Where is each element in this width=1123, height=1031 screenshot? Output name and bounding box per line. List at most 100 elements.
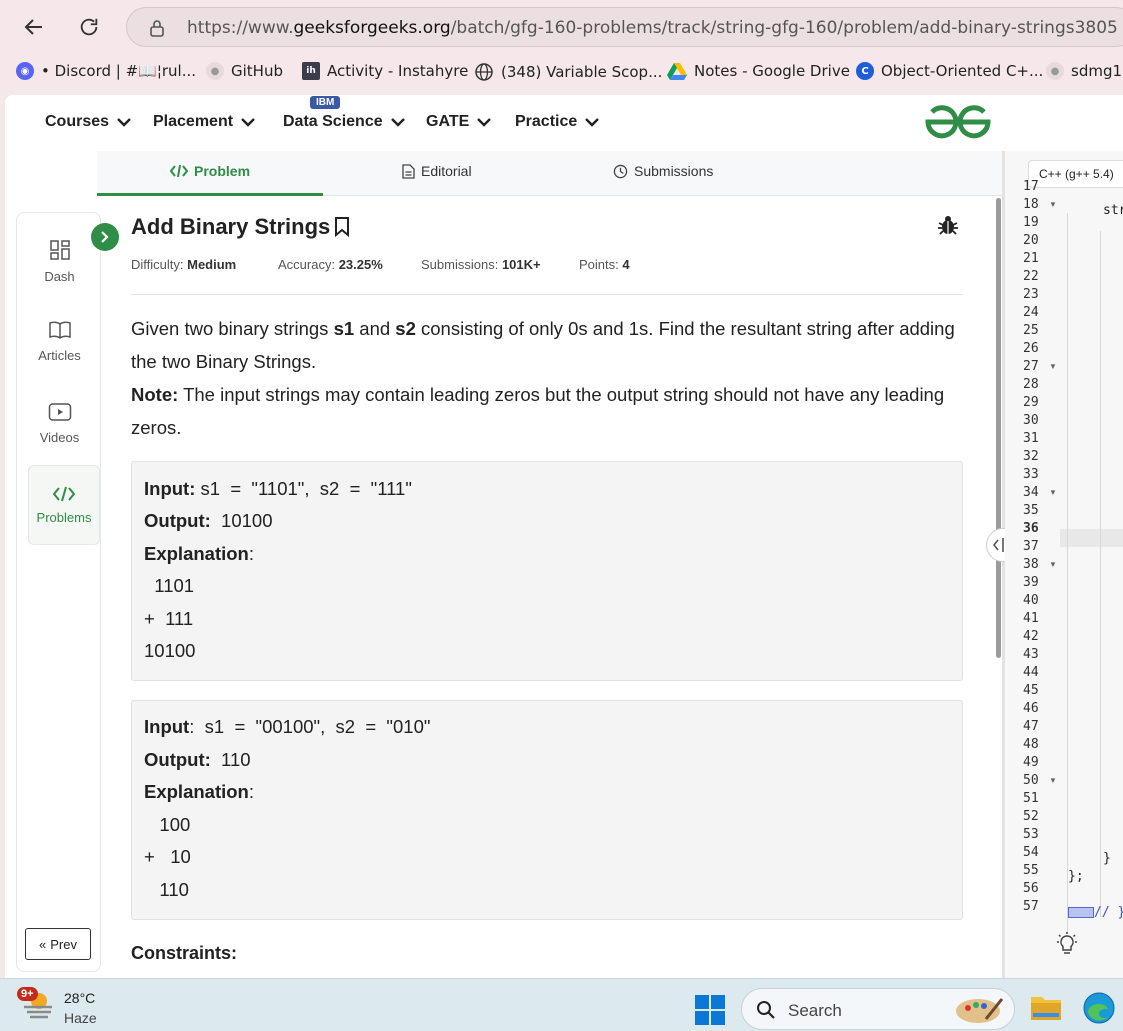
prev-button[interactable]: « Prev — [25, 928, 91, 960]
weather-condition: Haze — [64, 1010, 97, 1026]
difficulty-meta: Difficulty: Medium — [131, 257, 237, 272]
chevron-down-icon — [585, 118, 600, 127]
sidebar-item-articles[interactable]: Articles — [17, 301, 102, 381]
address-bar[interactable]: https://www.geeksforgeeks.org/batch/gfg-… — [126, 7, 1123, 47]
code-line-57[interactable]: // } — [1068, 905, 1123, 920]
ibm-badge: IBM — [310, 96, 341, 109]
bookmark-github[interactable]: ● GitHub — [206, 62, 283, 80]
line-number: 55 — [1023, 863, 1039, 878]
tab-problem[interactable]: Problem — [170, 163, 250, 179]
line-number: 41 — [1023, 611, 1039, 626]
bookmark-oop-cpp[interactable]: C Object-Oriented C+... — [856, 62, 1043, 80]
line-number: 30 — [1023, 413, 1039, 428]
back-button[interactable] — [17, 10, 51, 44]
problem-tabs: Problem Editorial Submissions — [97, 151, 1002, 196]
search-icon — [757, 1001, 775, 1019]
file-explorer-icon[interactable] — [1030, 993, 1062, 1021]
tab-editorial[interactable]: Editorial — [402, 163, 472, 179]
tab-submissions[interactable]: Submissions — [613, 163, 713, 179]
bug-report-icon[interactable] — [937, 214, 959, 236]
code-line-55[interactable]: }; — [1068, 869, 1084, 884]
nav-placement[interactable]: Placement — [153, 113, 255, 131]
line-number: 35 — [1023, 503, 1039, 518]
lightbulb-icon[interactable] — [1055, 932, 1079, 958]
bookmark-label: GitHub — [231, 62, 283, 80]
problem-scrollbar[interactable] — [996, 198, 1001, 658]
google-drive-icon — [667, 63, 687, 80]
bookmark-sdmg15[interactable]: ● sdmg15 — [1046, 62, 1123, 80]
sidebar-label: Problems — [36, 509, 92, 525]
line-number: 18 — [1023, 197, 1039, 212]
chevron-down-icon — [241, 118, 255, 127]
fold-toggle-icon[interactable]: ▼ — [1049, 776, 1057, 785]
nav-label: Data Science — [283, 113, 383, 130]
sidebar-item-problems[interactable]: Problems — [28, 465, 100, 545]
reload-button[interactable] — [72, 10, 106, 44]
sidebar-item-videos[interactable]: Videos — [17, 383, 102, 463]
problem-description: Given two binary strings s1 and s2 consi… — [131, 318, 955, 438]
fold-toggle-icon[interactable]: ▼ — [1049, 200, 1057, 209]
line-number: 24 — [1023, 305, 1039, 320]
bookmark-google-drive[interactable]: Notes - Google Drive — [667, 62, 850, 80]
fold-toggle-icon[interactable]: ▼ — [1049, 362, 1057, 371]
line-number: 27 — [1023, 359, 1039, 374]
nav-label: Courses — [45, 113, 110, 130]
globe-icon — [475, 63, 493, 81]
tab-label: Editorial — [421, 163, 472, 179]
windows-start-icon[interactable] — [695, 995, 725, 1025]
fold-toggle-icon[interactable]: ▼ — [1049, 560, 1057, 569]
line-number: 19 — [1023, 215, 1039, 230]
line-number: 34 — [1023, 485, 1039, 500]
line-number: 40 — [1023, 593, 1039, 608]
site-info-icon[interactable] — [149, 19, 165, 37]
expand-arrow-button[interactable] — [91, 223, 119, 251]
nav-gate[interactable]: GATE — [426, 113, 492, 131]
edge-browser-icon[interactable] — [1082, 991, 1116, 1025]
discord-icon: ◉ — [16, 62, 34, 80]
language-select[interactable]: C++ (g++ 5.4) — [1028, 160, 1123, 188]
line-number: 32 — [1023, 449, 1039, 464]
taskbar-search[interactable]: Search — [741, 988, 1015, 1030]
code-editor[interactable]: C++ (g++ 5.4) 17 18 ▼ 19 20 21 22 23 24 25 26 27 ▼ 28… — [1005, 151, 1123, 978]
video-play-icon — [48, 402, 71, 421]
bookmark-icon[interactable] — [334, 217, 350, 237]
left-sidebar: Dash Articles Videos Problems — [16, 212, 101, 972]
coursera-icon: C — [856, 62, 874, 80]
bookmark-discord[interactable]: ◉ • Discord | #📖¦rul... — [16, 62, 196, 80]
chevron-down-icon — [390, 118, 405, 127]
active-tab-indicator — [97, 193, 323, 196]
clock-icon — [613, 164, 628, 178]
gfg-logo-icon[interactable] — [923, 103, 993, 141]
dashboard-icon — [49, 239, 70, 260]
line-number: 21 — [1023, 251, 1039, 266]
bookmark-label: Object-Oriented C+... — [881, 62, 1044, 80]
accuracy-meta: Accuracy: 23.25% — [278, 257, 383, 272]
bookmark-variable-scope[interactable]: (348) Variable Scop... — [474, 62, 662, 82]
document-icon — [402, 163, 415, 179]
bookmark-label: (348) Variable Scop... — [501, 63, 663, 81]
fold-toggle-icon[interactable]: ▼ — [1049, 488, 1057, 497]
instahyre-icon: ih — [302, 62, 320, 80]
line-number: 28 — [1023, 377, 1039, 392]
line-number: 36 — [1023, 521, 1039, 536]
code-line-54[interactable]: } — [1103, 851, 1111, 866]
line-number: 20 — [1023, 233, 1039, 248]
line-number: 52 — [1023, 809, 1039, 824]
sidebar-item-dash[interactable]: Dash — [17, 221, 102, 301]
line-number: 57 — [1023, 899, 1039, 914]
code-icon — [53, 486, 75, 501]
github-icon: ● — [1046, 62, 1064, 80]
nav-courses[interactable]: Courses — [45, 113, 131, 131]
line-number: 26 — [1023, 341, 1039, 356]
bookmark-instahyre[interactable]: ih Activity - Instahyre — [302, 62, 468, 80]
url-text[interactable]: https://www.geeksforgeeks.org/batch/gfg-… — [187, 18, 1118, 38]
nav-data-science[interactable]: Data Science — [283, 113, 405, 131]
bookmark-label: • Discord | #📖¦rul... — [41, 62, 197, 80]
taskbar: 9+ 28°C Haze Search — [0, 978, 1123, 1031]
nav-practice[interactable]: Practice — [515, 113, 600, 131]
active-line-highlight — [1060, 529, 1123, 547]
line-number: 25 — [1023, 323, 1039, 338]
line-number: 43 — [1023, 647, 1039, 662]
code-line-18[interactable]: str — [1103, 203, 1123, 218]
chevron-right-icon — [101, 231, 109, 243]
